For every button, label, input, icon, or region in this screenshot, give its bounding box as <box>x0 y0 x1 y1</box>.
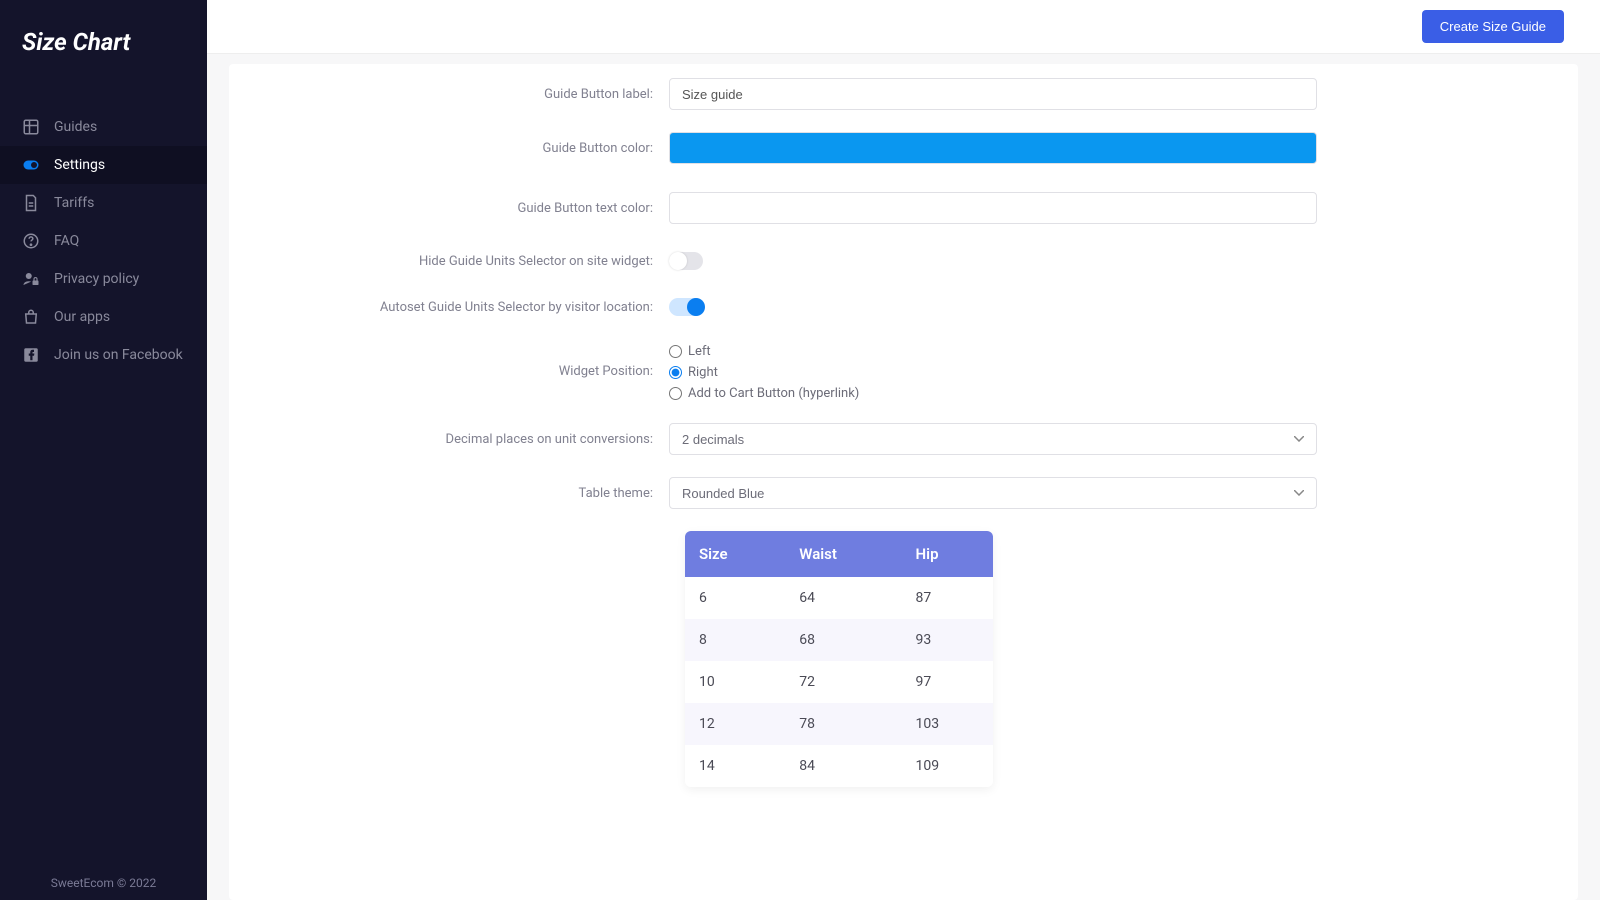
sidebar-item-label: Join us on Facebook <box>54 347 183 363</box>
table-cell: 93 <box>902 619 993 661</box>
table-cell: 109 <box>902 745 993 787</box>
table-header-row: Size Waist Hip <box>685 531 993 577</box>
widget-position-label: Widget Position: <box>259 344 669 379</box>
table-header: Hip <box>902 531 993 577</box>
sidebar-item-label: Guides <box>54 119 97 135</box>
bag-icon <box>22 308 40 326</box>
table-row: 86893 <box>685 619 993 661</box>
content-wrap: Guide Button label: Guide Button color: … <box>207 54 1600 900</box>
table-cell: 87 <box>902 577 993 619</box>
radio-label: Add to Cart Button (hyperlink) <box>688 386 859 401</box>
settings-card: Guide Button label: Guide Button color: … <box>229 64 1578 900</box>
question-icon <box>22 232 40 250</box>
sidebar-item-faq[interactable]: FAQ <box>0 222 207 260</box>
user-lock-icon <box>22 270 40 288</box>
autoset-units-label: Autoset Guide Units Selector by visitor … <box>259 300 669 315</box>
table-cell: 8 <box>685 619 785 661</box>
table-cell: 103 <box>902 703 993 745</box>
preview-table: Size Waist Hip 6648786893107297127810314… <box>685 531 993 787</box>
sidebar-item-tariffs[interactable]: Tariffs <box>0 184 207 222</box>
table-cell: 72 <box>785 661 901 703</box>
guide-button-text-color-picker[interactable] <box>669 192 1317 224</box>
hide-units-label: Hide Guide Units Selector on site widget… <box>259 254 669 269</box>
sidebar-item-guides[interactable]: Guides <box>0 108 207 146</box>
table-cell: 64 <box>785 577 901 619</box>
table-cell: 14 <box>685 745 785 787</box>
table-row: 66487 <box>685 577 993 619</box>
table-row: 1484109 <box>685 745 993 787</box>
radio-label: Left <box>688 344 711 359</box>
guide-button-label-input[interactable] <box>669 78 1317 110</box>
sidebar-footer: SweetEcom © 2022 <box>0 876 207 890</box>
sidebar-item-label: Tariffs <box>54 195 94 211</box>
sidebar-item-apps[interactable]: Our apps <box>0 298 207 336</box>
table-header: Waist <box>785 531 901 577</box>
topbar: Create Size Guide <box>207 0 1600 54</box>
sidebar-item-privacy[interactable]: Privacy policy <box>0 260 207 298</box>
sidebar-item-facebook[interactable]: Join us on Facebook <box>0 336 207 374</box>
toggle-icon <box>22 156 40 174</box>
widget-position-cart[interactable]: Add to Cart Button (hyperlink) <box>669 386 1317 401</box>
sidebar-item-settings[interactable]: Settings <box>0 146 207 184</box>
sidebar-item-label: Settings <box>54 157 105 173</box>
guide-button-color-label: Guide Button color: <box>259 141 669 156</box>
table-row: 107297 <box>685 661 993 703</box>
create-size-guide-button[interactable]: Create Size Guide <box>1422 10 1564 43</box>
autoset-units-toggle[interactable] <box>669 298 703 316</box>
sidebar: Size Chart Guides Settings Tariffs FAQ <box>0 0 207 900</box>
decimals-label: Decimal places on unit conversions: <box>259 432 669 447</box>
decimals-select[interactable]: 2 decimals <box>669 423 1317 455</box>
main: Create Size Guide Guide Button label: Gu… <box>207 0 1600 900</box>
sidebar-nav: Guides Settings Tariffs FAQ Privacy poli <box>0 108 207 374</box>
app-title: Size Chart <box>0 0 207 56</box>
table-cell: 78 <box>785 703 901 745</box>
table-cell: 10 <box>685 661 785 703</box>
guide-button-label-label: Guide Button label: <box>259 87 669 102</box>
sidebar-item-label: Our apps <box>54 309 110 325</box>
facebook-icon <box>22 346 40 364</box>
widget-position-right[interactable]: Right <box>669 365 1317 380</box>
guide-button-text-color-label: Guide Button text color: <box>259 201 669 216</box>
theme-label: Table theme: <box>259 486 669 501</box>
grid-icon <box>22 118 40 136</box>
guide-button-color-picker[interactable] <box>669 132 1317 164</box>
table-row: 1278103 <box>685 703 993 745</box>
sidebar-item-label: FAQ <box>54 233 79 249</box>
document-icon <box>22 194 40 212</box>
table-header: Size <box>685 531 785 577</box>
table-cell: 97 <box>902 661 993 703</box>
table-cell: 68 <box>785 619 901 661</box>
hide-units-toggle[interactable] <box>669 252 703 270</box>
radio-label: Right <box>688 365 718 380</box>
table-cell: 12 <box>685 703 785 745</box>
sidebar-item-label: Privacy policy <box>54 271 139 287</box>
widget-position-left[interactable]: Left <box>669 344 1317 359</box>
table-cell: 84 <box>785 745 901 787</box>
table-cell: 6 <box>685 577 785 619</box>
theme-select[interactable]: Rounded Blue <box>669 477 1317 509</box>
widget-position-radio-group: Left Right Add to Cart Button (hyperlink… <box>669 344 1317 401</box>
